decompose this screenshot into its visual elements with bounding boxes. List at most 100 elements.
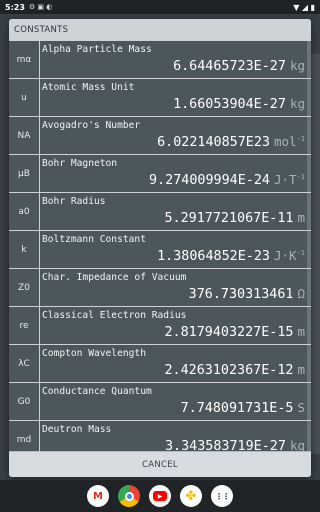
constant-value-line: 5.2917721067E-11 m [164, 210, 305, 226]
row-edge [307, 269, 311, 306]
status-bar: 5:23 ⚙ ▣ ◐ ▼ ◢ ▮ [0, 0, 320, 14]
constant-name: Deutron Mass [42, 424, 112, 435]
constant-value: 9.274009994E-24 [149, 173, 270, 188]
constant-cell[interactable]: Atomic Mass Unit 1.66053904E-27 kg [40, 79, 307, 116]
constant-row[interactable]: mα Alpha Particle Mass 6.64465723E-27 kg [9, 41, 311, 79]
constant-name: Conductance Quantum [42, 386, 152, 397]
constant-cell[interactable]: Deutron Mass 3.343583719E-27 kg [40, 421, 307, 451]
constant-unit: J·T-1 [274, 172, 305, 187]
constant-unit-exponent: -1 [296, 134, 305, 143]
app-dock: M ▶ ✤ ⋮⋮ [0, 480, 320, 512]
constant-value: 376.730313461 [188, 287, 294, 302]
constant-symbol: a0 [9, 193, 39, 230]
constant-unit-text: J·K [273, 248, 297, 263]
constant-cell[interactable]: Conductance Quantum 7.748091731E-5 S [40, 383, 307, 420]
constant-unit-text: m [297, 362, 305, 377]
constant-value-line: 6.022140857E23 mol-1 [157, 134, 305, 150]
constant-symbol: λC [9, 345, 39, 382]
constant-symbol: G0 [9, 383, 39, 420]
constant-cell[interactable]: Bohr Magneton 9.274009994E-24 J·T-1 [40, 155, 307, 192]
constant-unit: kg [290, 438, 305, 451]
constant-unit-text: S [297, 400, 305, 415]
constant-row[interactable]: a0 Bohr Radius 5.2917721067E-11 m [9, 193, 311, 231]
constant-unit: Ω [297, 286, 305, 301]
constant-value: 3.343583719E-27 [165, 439, 286, 451]
row-edge [307, 41, 311, 78]
constant-unit: mol-1 [274, 134, 305, 149]
constant-name: Avogadro's Number [42, 120, 141, 131]
row-edge [307, 231, 311, 268]
constant-unit: kg [290, 58, 305, 73]
constant-cell[interactable]: Bohr Radius 5.2917721067E-11 m [40, 193, 307, 230]
constant-unit-exponent: -1 [296, 172, 305, 181]
constant-row[interactable]: μB Bohr Magneton 9.274009994E-24 J·T-1 [9, 155, 311, 193]
photos-icon-glyph: ✤ [185, 488, 197, 504]
constant-row[interactable]: NA Avogadro's Number 6.022140857E23 mol-1 [9, 117, 311, 155]
row-edge [307, 117, 311, 154]
constant-value-line: 6.64465723E-27 kg [173, 58, 305, 74]
constant-value: 5.2917721067E-11 [164, 211, 294, 226]
constant-cell[interactable]: Boltzmann Constant 1.38064852E-23 J·K-1 [40, 231, 307, 268]
row-edge [307, 193, 311, 230]
row-edge [307, 345, 311, 382]
constant-name: Bohr Magneton [42, 158, 118, 169]
gmail-icon-glyph: M [93, 490, 103, 502]
constant-row[interactable]: u Atomic Mass Unit 1.66053904E-27 kg [9, 79, 311, 117]
constant-value: 2.8179403227E-15 [164, 325, 294, 340]
constant-unit-text: Ω [297, 286, 305, 301]
constant-cell[interactable]: Classical Electron Radius 2.8179403227E-1… [40, 307, 307, 344]
constant-symbol: re [9, 307, 39, 344]
constant-row[interactable]: md Deutron Mass 3.343583719E-27 kg [9, 421, 311, 451]
constant-value-line: 3.343583719E-27 kg [165, 438, 305, 451]
constant-row[interactable]: Z0 Char. Impedance of Vacuum 376.730313461… [9, 269, 311, 307]
constant-name: Boltzmann Constant [42, 234, 146, 245]
constant-row[interactable]: re Classical Electron Radius 2.8179403227E… [9, 307, 311, 345]
constant-row[interactable]: G0 Conductance Quantum 7.748091731E-5 S [9, 383, 311, 421]
gmail-icon[interactable]: M [87, 485, 109, 507]
constant-cell[interactable]: Compton Wavelength 2.4263102367E-12 m [40, 345, 307, 382]
constant-symbol: k [9, 231, 39, 268]
constant-unit: S [297, 400, 305, 415]
constant-unit-text: kg [289, 96, 305, 111]
constant-symbol: md [9, 421, 39, 451]
constant-name: Compton Wavelength [42, 348, 146, 359]
constant-value: 1.66053904E-27 [173, 97, 286, 112]
cancel-button[interactable]: CANCEL [142, 460, 178, 470]
constant-symbol: NA [9, 117, 39, 154]
constant-cell[interactable]: Alpha Particle Mass 6.64465723E-27 kg [40, 41, 307, 78]
status-time: 5:23 [5, 2, 25, 12]
constant-value-line: 7.748091731E-5 S [181, 400, 305, 416]
signal-battery-icons: ▼ ◢ ▮ [293, 2, 315, 12]
constant-value: 1.38064852E-23 [157, 249, 270, 264]
constant-row[interactable]: k Boltzmann Constant 1.38064852E-23 J·K-1 [9, 231, 311, 269]
constant-cell[interactable]: Char. Impedance of Vacuum 376.730313461 Ω [40, 269, 307, 306]
constant-unit-text: kg [289, 438, 305, 451]
constant-symbol: μB [9, 155, 39, 192]
constant-row[interactable]: λC Compton Wavelength 2.4263102367E-12 m [9, 345, 311, 383]
constant-value: 2.4263102367E-12 [164, 363, 294, 378]
youtube-icon[interactable]: ▶ [149, 485, 171, 507]
constants-list[interactable]: mα Alpha Particle Mass 6.64465723E-27 kg u At… [9, 41, 311, 451]
constants-dialog: CONSTANTS mα Alpha Particle Mass 6.6446572… [9, 19, 311, 477]
chrome-icon[interactable] [118, 485, 140, 507]
constant-unit-exponent: -1 [296, 248, 305, 257]
constant-name: Classical Electron Radius [42, 310, 187, 321]
constant-name: Alpha Particle Mass [42, 44, 152, 55]
row-edge [307, 383, 311, 420]
constant-value-line: 376.730313461 Ω [189, 286, 305, 302]
constant-unit: J·K-1 [274, 248, 305, 263]
dialog-title: CONSTANTS [9, 19, 311, 41]
constant-name: Atomic Mass Unit [42, 82, 135, 93]
notification-icons: ⚙ ▣ ◐ [28, 3, 53, 11]
constant-name: Char. Impedance of Vacuum [42, 272, 187, 283]
dialog-footer: CANCEL [9, 451, 311, 477]
constant-unit-text: m [297, 210, 305, 225]
photos-icon[interactable]: ✤ [180, 485, 202, 507]
row-edge [307, 79, 311, 116]
app-drawer-icon[interactable]: ⋮⋮ [211, 485, 233, 507]
constant-unit-text: J·T [273, 172, 297, 187]
row-edge [307, 307, 311, 344]
row-edge [307, 421, 311, 451]
constant-cell[interactable]: Avogadro's Number 6.022140857E23 mol-1 [40, 117, 307, 154]
constant-value-line: 2.8179403227E-15 m [164, 324, 305, 340]
